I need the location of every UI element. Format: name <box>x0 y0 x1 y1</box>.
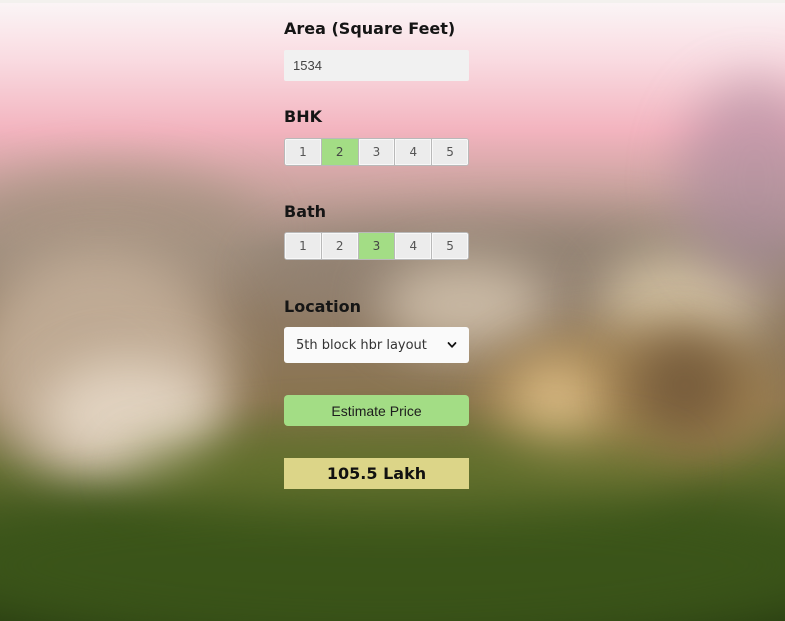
top-border <box>0 0 785 3</box>
bath-option-1[interactable]: 1 <box>285 233 322 259</box>
bath-option-5[interactable]: 5 <box>432 233 468 259</box>
location-select[interactable]: 5th block hbr layout <box>284 327 469 363</box>
area-label: Area (Square Feet) <box>284 19 456 38</box>
estimate-price-button[interactable]: Estimate Price <box>284 395 469 426</box>
bhk-option-3[interactable]: 3 <box>358 139 396 165</box>
chevron-down-icon <box>447 342 457 348</box>
bath-option-3[interactable]: 3 <box>358 233 396 259</box>
bhk-option-1[interactable]: 1 <box>285 139 322 165</box>
location-label: Location <box>284 297 361 316</box>
area-input[interactable]: 1534 <box>284 50 469 81</box>
bath-option-2[interactable]: 2 <box>321 233 359 259</box>
bhk-option-5[interactable]: 5 <box>432 139 468 165</box>
estimated-price-result: 105.5 Lakh <box>284 458 469 489</box>
background-image <box>0 0 785 621</box>
bath-option-4[interactable]: 4 <box>395 233 433 259</box>
bhk-option-4[interactable]: 4 <box>395 139 433 165</box>
bath-selector: 1 2 3 4 5 <box>284 232 469 260</box>
location-selected-value: 5th block hbr layout <box>296 337 427 353</box>
bhk-selector: 1 2 3 4 5 <box>284 138 469 166</box>
bath-label: Bath <box>284 202 327 221</box>
bhk-option-2[interactable]: 2 <box>321 139 359 165</box>
bhk-label: BHK <box>284 107 322 126</box>
